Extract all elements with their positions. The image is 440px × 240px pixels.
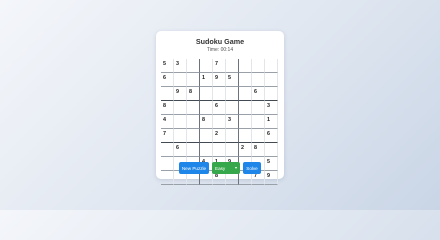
sudoku-cell[interactable] — [265, 73, 278, 87]
control-bar: New Puzzle Easy ▾ Solve — [156, 162, 284, 174]
sudoku-cell[interactable] — [213, 143, 226, 157]
sudoku-cell[interactable] — [265, 59, 278, 73]
sudoku-cell[interactable] — [226, 87, 239, 101]
sudoku-cell[interactable] — [187, 129, 200, 143]
solve-button[interactable]: Solve — [243, 162, 261, 174]
sudoku-cell[interactable]: 9 — [213, 73, 226, 87]
sudoku-cell[interactable] — [239, 59, 252, 73]
sudoku-cell[interactable]: 6 — [252, 87, 265, 101]
sudoku-cell[interactable]: 3 — [226, 115, 239, 129]
sudoku-cell[interactable]: 2 — [239, 143, 252, 157]
sudoku-cell[interactable]: 8 — [200, 115, 213, 129]
sudoku-cell[interactable]: 4 — [161, 115, 174, 129]
sudoku-cell[interactable]: 8 — [161, 101, 174, 115]
sudoku-cell[interactable]: 5 — [161, 59, 174, 73]
sudoku-cell[interactable] — [252, 73, 265, 87]
sudoku-cell[interactable] — [187, 101, 200, 115]
sudoku-cell[interactable] — [161, 143, 174, 157]
sudoku-cell[interactable] — [226, 101, 239, 115]
sudoku-cell[interactable]: 6 — [265, 129, 278, 143]
game-title: Sudoku Game — [195, 37, 245, 46]
sudoku-cell[interactable]: 7 — [213, 59, 226, 73]
sudoku-cell[interactable] — [187, 73, 200, 87]
sudoku-cell[interactable]: 2 — [213, 129, 226, 143]
sudoku-cell[interactable] — [187, 115, 200, 129]
sudoku-cell[interactable]: 6 — [161, 73, 174, 87]
new-puzzle-button[interactable]: New Puzzle — [179, 162, 209, 174]
sudoku-cell[interactable] — [200, 129, 213, 143]
sudoku-cell[interactable]: 1 — [200, 73, 213, 87]
sudoku-cell[interactable] — [200, 87, 213, 101]
sudoku-cell[interactable]: 3 — [174, 59, 187, 73]
sudoku-cell[interactable] — [239, 101, 252, 115]
sudoku-cell[interactable]: 8 — [187, 87, 200, 101]
sudoku-cell[interactable]: 6 — [174, 143, 187, 157]
sudoku-cell[interactable]: 6 — [213, 101, 226, 115]
difficulty-select[interactable]: Easy ▾ — [212, 162, 240, 174]
sudoku-cell[interactable] — [174, 101, 187, 115]
sudoku-cell[interactable] — [226, 129, 239, 143]
sudoku-cell[interactable] — [265, 143, 278, 157]
sudoku-cell[interactable] — [239, 87, 252, 101]
sudoku-cell[interactable] — [174, 129, 187, 143]
sudoku-cell[interactable] — [213, 115, 226, 129]
sudoku-cell[interactable] — [187, 59, 200, 73]
sudoku-cell[interactable] — [239, 129, 252, 143]
sudoku-cell[interactable] — [187, 143, 200, 157]
sudoku-cell[interactable]: 8 — [252, 143, 265, 157]
sudoku-cell[interactable] — [174, 115, 187, 129]
sudoku-cell[interactable]: 3 — [265, 101, 278, 115]
sudoku-card: Sudoku Game Time: 00:14 5376195986863483… — [156, 31, 284, 185]
sudoku-cell[interactable] — [265, 87, 278, 101]
sudoku-cell[interactable] — [200, 101, 213, 115]
sudoku-cell[interactable] — [252, 101, 265, 115]
sudoku-cell[interactable] — [252, 115, 265, 129]
sudoku-cell[interactable]: 9 — [174, 87, 187, 101]
timer-display: Time: 00:14 — [206, 47, 234, 53]
sudoku-cell[interactable] — [226, 143, 239, 157]
sudoku-cell[interactable] — [252, 59, 265, 73]
sudoku-cell[interactable]: 1 — [265, 115, 278, 129]
sudoku-cell[interactable] — [226, 59, 239, 73]
sudoku-cell[interactable]: 7 — [161, 129, 174, 143]
sudoku-cell[interactable] — [239, 115, 252, 129]
sudoku-cell[interactable] — [213, 87, 226, 101]
sudoku-cell[interactable] — [252, 129, 265, 143]
sudoku-cell[interactable] — [200, 59, 213, 73]
chevron-down-icon: ▾ — [234, 165, 237, 170]
sudoku-cell[interactable] — [174, 73, 187, 87]
difficulty-value: Easy — [215, 165, 226, 171]
sudoku-cell[interactable] — [200, 143, 213, 157]
sudoku-cell[interactable]: 5 — [226, 73, 239, 87]
sudoku-cell[interactable] — [161, 87, 174, 101]
sudoku-cell[interactable] — [239, 73, 252, 87]
